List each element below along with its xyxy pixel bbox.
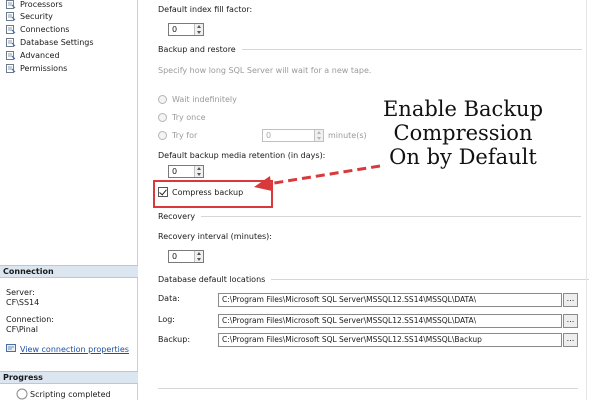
sidebar-item-label: Security [20, 11, 53, 21]
spin-arrows-icon[interactable] [194, 24, 203, 35]
data-label: Data: [158, 294, 180, 303]
try-once-radio[interactable]: Try once [158, 113, 206, 122]
annotation-arrow-icon [254, 164, 381, 191]
progress-status: Scripting completed [30, 390, 111, 399]
spin-arrows-icon[interactable] [194, 251, 203, 262]
backup-browse-button[interactable]: ... [563, 333, 578, 347]
backup-label: Backup: [158, 335, 191, 344]
retention-stepper[interactable]: 0 [168, 165, 204, 178]
annotation-callout: Enable Backup Compression On by Default [382, 97, 544, 169]
server-value: CF\SS14 [6, 298, 40, 307]
try-for-radio[interactable]: Try for [158, 131, 197, 140]
sidebar-item-database-settings[interactable]: Database Settings [6, 36, 94, 48]
connection-label: Connection: [6, 315, 54, 324]
sidebar-item-label: Processors [20, 0, 63, 9]
log-path-input[interactable]: C:\Program Files\Microsoft SQL Server\MS… [218, 314, 562, 328]
properties-icon [6, 343, 17, 355]
sidebar-item-processors[interactable]: Processors [6, 0, 63, 10]
spin-arrows-icon[interactable] [194, 166, 203, 177]
progress-header: Progress [0, 371, 138, 384]
page-icon [6, 24, 16, 34]
checkmark-icon[interactable] [158, 187, 168, 197]
retention-label: Default backup media retention (in days)… [158, 151, 326, 160]
database-locations-section: Database default locations [158, 275, 590, 284]
backup-path-input[interactable]: C:\Program Files\Microsoft SQL Server\MS… [218, 333, 562, 347]
recovery-interval-stepper[interactable]: 0 [168, 250, 204, 263]
spin-arrows-icon[interactable] [314, 130, 323, 141]
connection-value: CF\Pinal [6, 325, 38, 334]
recovery-interval-label: Recovery interval (minutes): [158, 232, 272, 241]
scroll-edge [586, 0, 587, 400]
fill-factor-stepper[interactable]: 0 [168, 23, 204, 36]
server-label: Server: [6, 288, 35, 297]
page-icon [6, 0, 16, 9]
sidebar-item-advanced[interactable]: Advanced [6, 49, 60, 61]
data-browse-button[interactable]: ... [563, 293, 578, 307]
wait-indefinitely-radio[interactable]: Wait indefinitely [158, 95, 237, 104]
page-icon [6, 63, 16, 73]
log-label: Log: [158, 315, 175, 324]
progress-status-icon [16, 388, 28, 400]
sidebar-item-connections[interactable]: Connections [6, 23, 69, 35]
backup-hint: Specify how long SQL Server will wait fo… [158, 66, 372, 75]
page-icon [6, 37, 16, 47]
page-icon [6, 11, 16, 21]
sidebar-item-label: Database Settings [20, 37, 94, 47]
sidebar-item-label: Connections [20, 24, 70, 34]
sidebar-item-permissions[interactable]: Permissions [6, 62, 67, 74]
left-pane: Processors Security Connections Database… [0, 0, 138, 400]
footer-divider [158, 388, 578, 389]
connection-header: Connection [0, 265, 138, 278]
fill-factor-label: Default index fill factor: [158, 5, 253, 14]
log-browse-button[interactable]: ... [563, 314, 578, 328]
view-connection-properties-link[interactable]: View connection properties [6, 343, 129, 355]
sidebar-item-label: Advanced [20, 50, 60, 60]
sidebar-item-security[interactable]: Security [6, 10, 53, 22]
page-icon [6, 50, 16, 60]
try-for-stepper[interactable]: 0 [262, 129, 324, 142]
compress-backup-checkbox[interactable]: Compress backup [158, 187, 243, 197]
data-path-input[interactable]: C:\Program Files\Microsoft SQL Server\MS… [218, 293, 562, 307]
recovery-section: Recovery [158, 212, 582, 221]
sidebar-item-label: Permissions [20, 63, 68, 73]
backup-restore-section: Backup and restore [158, 45, 582, 54]
